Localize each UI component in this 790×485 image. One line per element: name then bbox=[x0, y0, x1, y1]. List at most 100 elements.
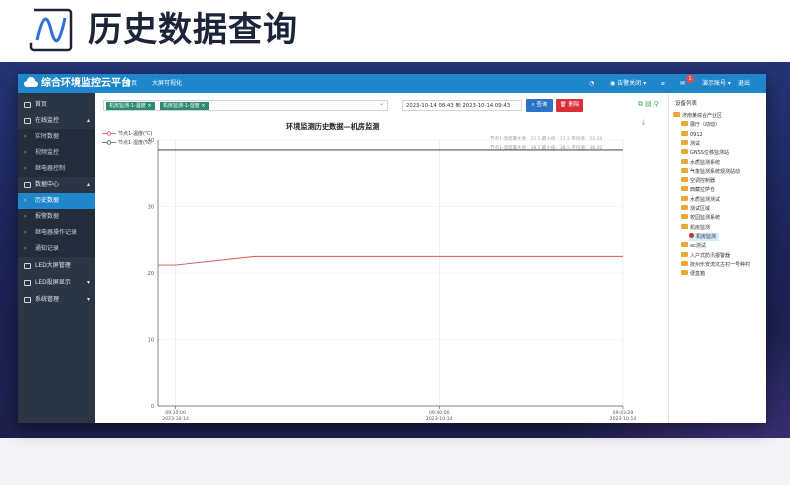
folder-icon bbox=[681, 121, 688, 127]
tree-node[interactable]: GNSS位移监测站 bbox=[681, 149, 729, 157]
sidebar-item-label: 视频监控 bbox=[35, 149, 60, 156]
tree-node-label: 空调控制器 bbox=[690, 178, 716, 185]
sidebar-item-data-center[interactable]: 数据中心 ▴ bbox=[18, 177, 95, 193]
tree-node[interactable]: 抚州乐安流坑古村一号种村 bbox=[681, 260, 751, 269]
sidebar-item-notify-log[interactable]: › 通知记录 bbox=[18, 241, 95, 257]
device-tree: 设备列表 济南某综合产业区 展厅（动动） 0912 测试 GNSS位移监测站 水质监测系统… bbox=[668, 95, 766, 423]
sidebar-item-relay-control[interactable]: › 继电器控制 bbox=[18, 161, 95, 177]
tree-node[interactable]: 济南某综合产业区 bbox=[673, 112, 722, 120]
sidebar-item-home[interactable]: 首页 bbox=[18, 97, 95, 113]
sidebar-item-relay-log[interactable]: › 继电器操作记录 bbox=[18, 225, 95, 241]
tree-node[interactable]: 0912 bbox=[681, 130, 703, 139]
chevron-right-icon: › bbox=[24, 149, 27, 156]
tree-node-label: 机房监测 bbox=[696, 233, 717, 240]
home-icon bbox=[24, 102, 31, 108]
sensor-tag-label: 机房监测-1-湿度 bbox=[163, 103, 200, 109]
series-line-temperature bbox=[158, 255, 623, 266]
tree-node[interactable]: 机房监测 bbox=[689, 232, 720, 241]
sidebar-item-system[interactable]: 系统管理 ▾ bbox=[18, 292, 95, 308]
sensor-tag[interactable]: 机房监测-1-湿度 × bbox=[160, 102, 209, 110]
tree-node[interactable]: 便盒箱 bbox=[681, 270, 705, 278]
delete-button[interactable]: 🗑 删除 bbox=[556, 99, 583, 112]
account-menu[interactable]: 演示账号 ▾ bbox=[702, 78, 731, 89]
sidebar-item-label: 通知记录 bbox=[35, 245, 60, 252]
x-tick-label: 09:43:29 bbox=[613, 410, 634, 416]
sidebar-item-online-monitor[interactable]: 在线监控 ▴ bbox=[18, 113, 95, 129]
y-tick-label: 30 bbox=[148, 205, 154, 211]
tree-node[interactable]: 校园监测系统 bbox=[681, 214, 720, 222]
x-tick-date: 2023-10-14 bbox=[426, 416, 453, 422]
folder-icon bbox=[681, 195, 688, 201]
export-icon[interactable]: ⧉ bbox=[638, 100, 645, 108]
y-tick-label: 40 bbox=[148, 138, 154, 144]
sidebar-item-led-manage[interactable]: LED大屏管理 bbox=[18, 258, 95, 274]
device-tree-header: 设备列表 bbox=[675, 101, 698, 107]
tree-node-label: 气象监测系统观测站动 bbox=[690, 168, 741, 175]
message-icon[interactable]: ✉ bbox=[680, 78, 685, 89]
tree-node-label: 0912 bbox=[690, 131, 703, 138]
tree-node-label: 便盒箱 bbox=[690, 271, 706, 278]
sensor-tag[interactable]: 机房监测-1-温度 × bbox=[106, 102, 155, 110]
pin-icon[interactable]: ⌀ bbox=[661, 78, 665, 89]
tree-node[interactable]: 测试区域 bbox=[681, 205, 710, 213]
tree-node-label: 测试区域 bbox=[690, 206, 711, 212]
table-view-icon[interactable]: ▤ bbox=[645, 100, 654, 108]
sidebar-item-label: 系统管理 bbox=[35, 296, 60, 303]
history-line-chart: 01020304009:35:002023-10-1409:40:002023-… bbox=[148, 138, 637, 422]
tree-node[interactable]: 入户式防汛报警器 bbox=[681, 251, 731, 260]
nav-big-screen[interactable]: 大屏可视化 bbox=[152, 78, 182, 89]
sensor-select[interactable]: 机房监测-1-温度 × 机房监测-1-湿度 × ⌄ bbox=[103, 100, 388, 111]
tree-node-label: 济南某综合产业区 bbox=[682, 113, 723, 119]
download-icon[interactable]: ⤓ bbox=[642, 118, 645, 127]
chevron-up-icon: ▴ bbox=[86, 117, 90, 124]
tree-node[interactable]: 展厅（动动） bbox=[681, 121, 720, 129]
account-label: 演示账号 bbox=[702, 80, 727, 87]
hero-title: 历史数据查询 bbox=[88, 10, 298, 50]
legend-marker-gray bbox=[102, 140, 116, 145]
database-icon bbox=[24, 182, 31, 188]
date-range-input[interactable]: 2023-10-14 08:43 到 2023-10-14 09:43 bbox=[402, 100, 522, 111]
y-tick-label: 10 bbox=[148, 338, 154, 344]
alarm-close-label: 告警关闭 bbox=[617, 80, 642, 87]
query-button[interactable]: ⌕ 查询 bbox=[526, 99, 553, 112]
sensor-tag-label: 机房监测-1-温度 bbox=[109, 103, 146, 109]
sidebar-item-history-data[interactable]: › 历史数据 bbox=[18, 193, 95, 209]
folder-icon bbox=[681, 260, 688, 266]
y-tick-label: 20 bbox=[148, 271, 154, 277]
tree-node[interactable]: ac测试 bbox=[681, 242, 706, 250]
chevron-right-icon: › bbox=[24, 229, 27, 236]
folder-icon bbox=[681, 270, 688, 276]
folder-icon bbox=[681, 205, 688, 210]
tree-node[interactable]: 水质监测测试 bbox=[681, 195, 720, 204]
tree-node-label: 抚州乐安流坑古村一号种村 bbox=[690, 261, 751, 268]
alarm-close-menu[interactable]: ◉ 告警关闭 ▾ bbox=[610, 78, 646, 89]
headset-icon[interactable]: ◔ bbox=[589, 78, 594, 89]
tree-node[interactable]: 气象监测系统观测站动 bbox=[681, 167, 741, 176]
folder-icon bbox=[681, 177, 688, 183]
x-tick-date: 2023-10-14 bbox=[610, 416, 637, 422]
tree-node-label: 入户式防汛报警器 bbox=[690, 252, 731, 259]
query-button-label: 查询 bbox=[536, 102, 548, 108]
sidebar-item-alarm-data[interactable]: › 报警数据 bbox=[18, 209, 95, 225]
sidebar-item-realtime-data[interactable]: › 实时数据 bbox=[18, 129, 95, 145]
tree-node[interactable]: 测试 bbox=[681, 139, 700, 148]
tree-node[interactable]: 西藏拉萨仓 bbox=[681, 186, 715, 194]
chevron-right-icon: › bbox=[24, 245, 27, 252]
tree-node[interactable]: 机房监测 bbox=[681, 223, 711, 232]
logout-link[interactable]: 退出 bbox=[738, 78, 750, 89]
folder-icon bbox=[681, 149, 688, 155]
nav-home[interactable]: 首页 bbox=[125, 78, 137, 89]
chart-title: 环境监测历史数据—机房监测 bbox=[286, 122, 380, 131]
tree-node[interactable]: 空调控制器 bbox=[681, 177, 715, 185]
location-icon[interactable]: ⚲ bbox=[654, 100, 661, 108]
folder-icon bbox=[673, 112, 680, 117]
delete-button-label: 删除 bbox=[568, 102, 580, 108]
folder-icon bbox=[681, 167, 688, 173]
cloud-logo-icon bbox=[24, 77, 38, 87]
sidebar-item-video-monitor[interactable]: › 视频监控 bbox=[18, 145, 95, 161]
tree-node-label: 机房监测 bbox=[690, 224, 711, 231]
sidebar-item-led-cast[interactable]: LED投屏显示 ▾ bbox=[18, 275, 95, 291]
sidebar-item-label: 继电器操作记录 bbox=[35, 229, 78, 236]
tree-node[interactable]: 水质监测系统 bbox=[681, 158, 720, 167]
hero-header: 历史数据查询 bbox=[0, 0, 790, 62]
